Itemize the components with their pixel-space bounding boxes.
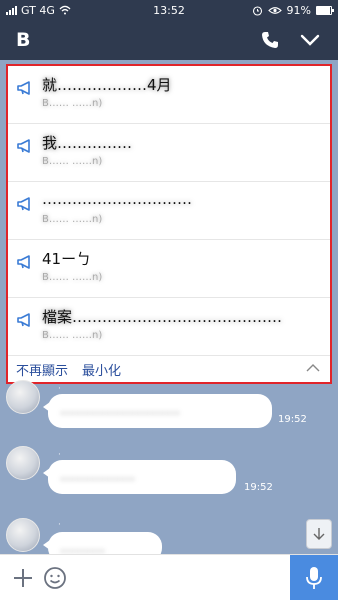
avatar[interactable] — [6, 446, 40, 480]
sender-name: · — [58, 384, 61, 394]
announcement-item[interactable]: 41ーㄅ B…… ……n) — [8, 240, 330, 298]
alarm-icon — [252, 5, 262, 16]
chat-header: B — [0, 20, 338, 60]
announcement-item[interactable]: ………………………… B…… ……n) — [8, 182, 330, 240]
chat-title: B — [16, 29, 31, 51]
chat-area: · …………………… 19:52 · …………… 19:52 · ……… — [0, 380, 338, 562]
chevron-up-icon — [306, 363, 320, 371]
hide-announcements-button[interactable]: 不再顯示 — [16, 360, 68, 379]
scroll-to-bottom-button[interactable] — [306, 519, 332, 549]
wifi-icon — [59, 5, 71, 15]
announcement-meta: B…… ……n) — [42, 330, 103, 341]
megaphone-icon — [17, 139, 30, 153]
sender-name: · — [58, 520, 61, 530]
menu-toggle-button[interactable] — [294, 24, 326, 56]
call-button[interactable] — [254, 24, 286, 56]
megaphone-icon — [17, 313, 30, 327]
status-bar: GT 4G 13:52 91% — [0, 0, 338, 20]
add-button[interactable] — [10, 565, 36, 591]
sender-name: · — [58, 450, 61, 460]
phone-icon — [262, 32, 278, 48]
announcement-text: 就………………4月 — [42, 76, 172, 94]
megaphone-icon — [17, 81, 30, 95]
announcement-meta: B…… ……n) — [42, 272, 103, 283]
announcement-meta: B…… ……n) — [42, 214, 103, 225]
avatar[interactable] — [6, 518, 40, 552]
message-bubble[interactable]: …………………… — [43, 394, 272, 428]
eye-icon — [267, 6, 282, 14]
microphone-icon — [306, 567, 322, 589]
announcement-text: ………………………… — [42, 190, 192, 208]
announcement-item[interactable]: 我…………… B…… ……n) — [8, 124, 330, 182]
arrow-down-icon — [313, 528, 325, 540]
announcement-meta: B…… ……n) — [42, 156, 103, 167]
collapse-button[interactable] — [302, 356, 324, 378]
voice-input-button[interactable] — [290, 555, 338, 600]
announcement-text: 41ーㄅ — [42, 250, 92, 268]
battery-percent: 91% — [286, 3, 311, 17]
message-time: 19:52 — [278, 414, 307, 425]
avatar[interactable] — [6, 380, 40, 414]
smiley-icon — [44, 567, 66, 589]
announcement-item[interactable]: 檔案…………………………………… B…… ……n) — [8, 298, 330, 356]
message-time: 19:52 — [244, 482, 273, 493]
minimize-announcements-button[interactable]: 最小化 — [82, 360, 121, 379]
carrier-label: GT 4G — [21, 3, 55, 17]
emoji-button[interactable] — [42, 565, 68, 591]
megaphone-icon — [17, 255, 30, 269]
plus-icon — [14, 569, 32, 587]
message-bubble[interactable]: …………… — [43, 460, 236, 494]
announcement-panel: 就………………4月 B…… ……n) 我…………… B…… ……n) ……………… — [6, 64, 332, 384]
megaphone-icon — [17, 197, 30, 211]
signal-icon — [6, 5, 17, 15]
announcement-meta: B…… ……n) — [42, 98, 103, 109]
chevron-down-icon — [300, 34, 320, 46]
message-input-bar — [0, 554, 338, 600]
announcement-footer: 不再顯示 最小化 — [8, 356, 330, 382]
announcement-text: 檔案…………………………………… — [42, 308, 283, 326]
battery-icon — [316, 5, 334, 15]
announcement-item[interactable]: 就………………4月 B…… ……n) — [8, 66, 330, 124]
announcement-text: 我…………… — [42, 134, 133, 152]
